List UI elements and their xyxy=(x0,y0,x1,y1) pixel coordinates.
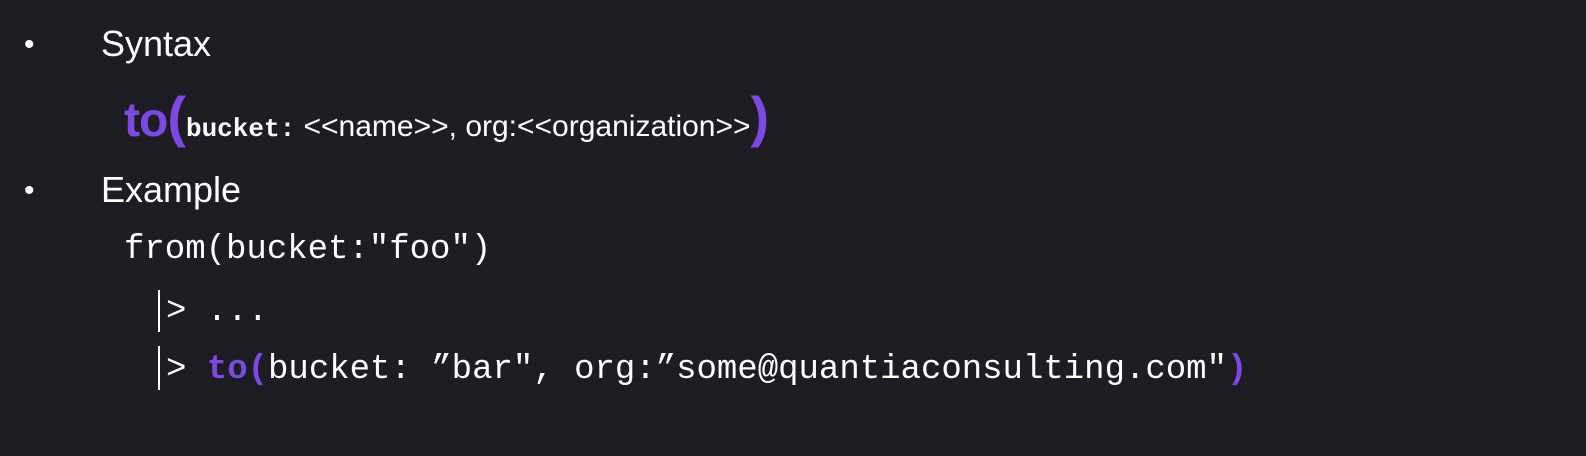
pipe-operator-1: > xyxy=(166,293,187,331)
code-ellipsis: ... xyxy=(186,293,269,331)
code-to-args: bucket: ”bar", org:”some@quantiaconsulti… xyxy=(268,351,1227,389)
code-to-close-paren: ) xyxy=(1227,351,1248,389)
syntax-keyword: to xyxy=(124,94,168,147)
code-line-ellipsis: > ... xyxy=(166,292,268,332)
syntax-param-rest: <<name>>, org:<<organization>> xyxy=(295,110,751,143)
code-line-from: from(bucket:"foo") xyxy=(124,231,492,269)
pipe-operator-2: > xyxy=(166,351,187,389)
syntax-open-paren: ( xyxy=(167,85,186,148)
code-to-keyword: to xyxy=(206,351,248,389)
syntax-close-paren: ) xyxy=(750,85,770,148)
heading-syntax: Syntax xyxy=(101,23,212,64)
syntax-param-bucket: bucket: xyxy=(185,114,296,144)
pipe-bar-1 xyxy=(158,290,160,332)
code-line-to: > to(bucket: ”bar", org:”some@quantiacon… xyxy=(166,350,1247,390)
heading-example: Example xyxy=(101,169,242,210)
code-to-open-paren: ( xyxy=(247,351,269,389)
syntax-signature: to(bucket: <<name>>, org:<<organization>… xyxy=(124,84,769,148)
pipe-bar-2 xyxy=(158,346,160,390)
bullet-marker-example: • xyxy=(24,174,35,207)
bullet-marker-syntax: • xyxy=(24,28,35,61)
